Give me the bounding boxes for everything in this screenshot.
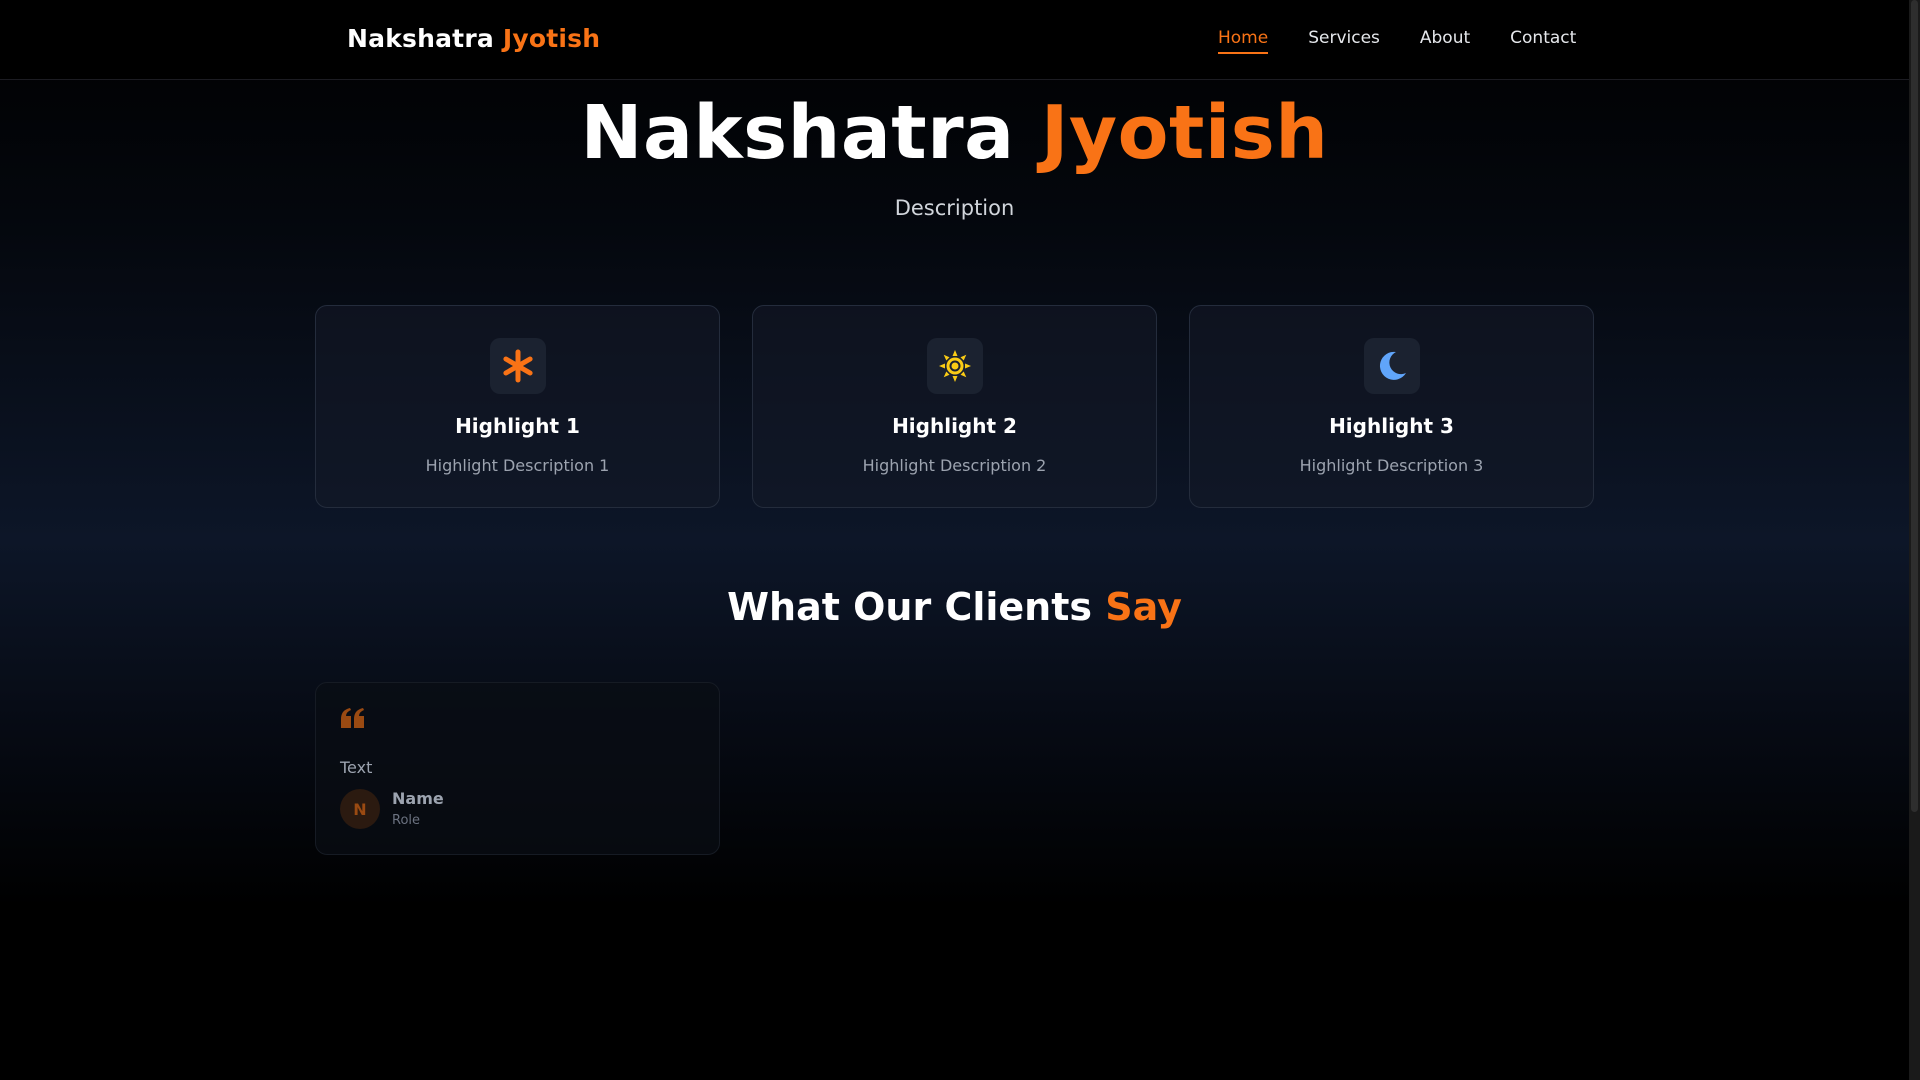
highlight-description: Highlight Description 3 [1299,456,1484,475]
highlight-title: Highlight 3 [1329,414,1454,438]
client-role: Role [392,813,421,828]
nav-link-about[interactable]: About [1420,28,1470,54]
nav-link-home[interactable]: Home [1218,28,1269,54]
main-nav: Home Services About Contact [1218,28,1576,54]
asterisk-icon [489,338,546,394]
highlights-grid: Highlight 1 Highlight Description 1 High… [315,305,1594,508]
highlight-title: Highlight 1 [455,414,580,438]
highlight-card: Highlight 3 Highlight Description 3 [1189,305,1594,508]
scrollbar-thumb[interactable] [1911,0,1918,812]
highlight-card: Highlight 2 Highlight Description 2 [752,305,1157,508]
highlight-description: Highlight Description 1 [425,456,610,475]
highlight-card: Highlight 1 Highlight Description 1 [315,305,720,508]
testimonials-heading-primary: What Our Clients [727,585,1093,629]
navbar: Nakshatra Jyotish Home Services About Co… [0,0,1909,80]
hero-title-primary: Nakshatra [580,90,1015,176]
hero-title-accent: Jyotish [1040,90,1329,176]
page-viewport: Nakshatra Jyotish Home Services About Co… [0,0,1909,1080]
highlight-title: Highlight 2 [892,414,1017,438]
nav-link-contact[interactable]: Contact [1510,28,1576,54]
testimonials-heading: What Our Clients Say [0,585,1909,629]
hero-title: Nakshatra Jyotish [0,90,1909,176]
quote-icon [340,707,366,733]
vertical-scrollbar[interactable] [1909,0,1920,1080]
testimonials-heading-accent: Say [1105,585,1182,629]
sun-icon [926,338,983,394]
moon-icon [1363,338,1420,394]
brand-logo[interactable]: Nakshatra Jyotish [347,24,600,53]
highlight-description: Highlight Description 2 [862,456,1047,475]
testimonial-card: Text N Name Role [315,682,720,855]
brand-name-primary: Nakshatra [347,24,494,53]
hero-description: Description [894,196,1015,220]
avatar: N [340,789,380,829]
nav-link-services[interactable]: Services [1308,28,1380,54]
client-name: Name [392,789,444,808]
brand-name-accent: Jyotish [502,24,601,53]
testimonial-text: Text [340,758,373,777]
